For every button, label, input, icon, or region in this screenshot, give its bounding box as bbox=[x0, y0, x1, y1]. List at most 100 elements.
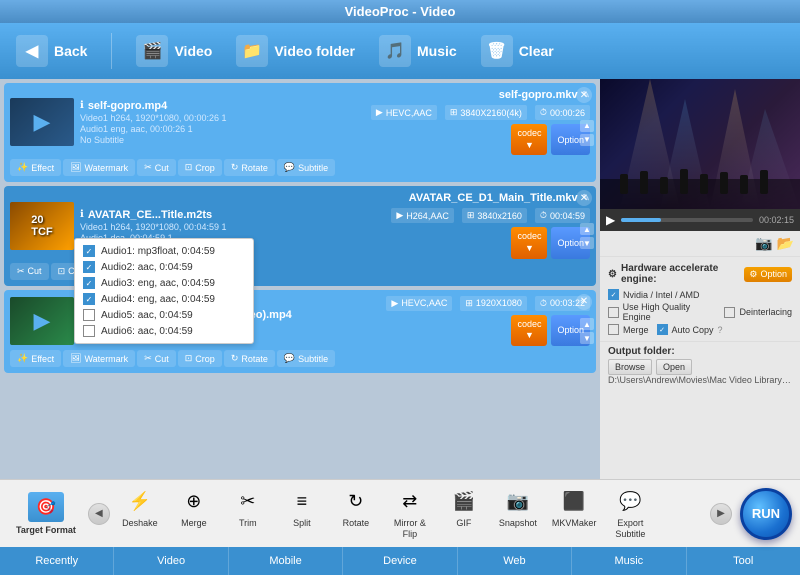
watermark-btn-3[interactable]: 🖼 Watermark bbox=[63, 350, 135, 367]
play-button[interactable]: ▶ bbox=[606, 213, 615, 227]
tab-mobile[interactable]: Mobile bbox=[229, 547, 343, 575]
bt-mirror[interactable]: ⇄ Mirror &Flip bbox=[384, 483, 436, 544]
scroll-down-1[interactable]: ▼ bbox=[580, 134, 594, 146]
bt-export-subtitle[interactable]: 💬 ExportSubtitle bbox=[604, 483, 656, 544]
clock-icon-3: ⏱ bbox=[540, 298, 547, 309]
video-preview bbox=[600, 79, 800, 209]
close-button-1[interactable]: ✕ bbox=[576, 87, 592, 103]
file-output-2: AVATAR_CE_D1_Main_Title.mkv ✎ ▶ H264,AAC… bbox=[391, 192, 590, 258]
codec-spec-3: ▶ HEVC,AAC bbox=[386, 296, 452, 311]
back-button[interactable]: ◀ Back bbox=[16, 35, 87, 67]
video-button[interactable]: 🎬 Video bbox=[136, 35, 212, 67]
subtitle-btn-1[interactable]: 💬 Subtitle bbox=[277, 159, 335, 176]
merge-check-item[interactable]: Merge bbox=[608, 324, 649, 335]
merge-checkbox bbox=[608, 324, 619, 335]
effect-btn-1[interactable]: ✨ Effect bbox=[10, 159, 61, 176]
res-spec-1: ⊞ 3840X2160(4k) bbox=[445, 105, 527, 120]
folder-icon: 📁 bbox=[236, 35, 268, 67]
rotate-btn-1[interactable]: ↻ Rotate bbox=[224, 159, 275, 176]
preview-controls: ▶ 00:02:15 bbox=[600, 209, 800, 231]
autocopy-check-item[interactable]: ✓ Auto Copy ? bbox=[657, 324, 723, 335]
deshake-label: Deshake bbox=[122, 518, 158, 529]
bt-split[interactable]: ≡ Split bbox=[276, 483, 328, 544]
output-name-2: AVATAR_CE_D1_Main_Title.mkv bbox=[409, 192, 578, 204]
scroll-down-2[interactable]: ▼ bbox=[580, 237, 594, 249]
run-button[interactable]: RUN bbox=[740, 488, 792, 540]
autocopy-checkbox: ✓ bbox=[657, 324, 668, 335]
clear-button[interactable]: 🗑 Clear bbox=[481, 35, 554, 67]
dropdown-item-3[interactable]: ✓ Audio3: eng, aac, 0:04:59 bbox=[83, 275, 245, 291]
codec-button-2[interactable]: codec▼ bbox=[511, 227, 547, 258]
rotate-label: Rotate bbox=[343, 518, 370, 529]
quality-check-item[interactable]: Use High Quality Engine bbox=[608, 302, 716, 322]
dropdown-item-5[interactable]: Audio5: aac, 0:04:59 bbox=[83, 307, 245, 323]
info-icon-2: ℹ bbox=[80, 209, 84, 220]
video-folder-button[interactable]: 📁 Video folder bbox=[236, 35, 355, 67]
bottom-toolbar: 🎯 Target Format ◀ ⚡ Deshake ⊕ Merge ✂ Tr… bbox=[0, 479, 800, 547]
output-specs-2: ▶ H264,AAC ⊞ 3840x2160 ⏱ 00:04:59 bbox=[391, 208, 590, 223]
deinterlace-checkbox bbox=[724, 307, 735, 318]
scroll-up-3[interactable]: ▲ bbox=[580, 318, 594, 330]
target-format[interactable]: 🎯 Target Format bbox=[8, 488, 84, 539]
open-button[interactable]: Open bbox=[656, 359, 692, 375]
bt-gif[interactable]: 🎬 GIF bbox=[438, 483, 490, 544]
bt-nav-right[interactable]: ▶ bbox=[710, 503, 732, 525]
close-button-3[interactable]: ✕ bbox=[576, 294, 592, 310]
check-4: ✓ bbox=[83, 293, 95, 305]
scroll-arrows-1: ▲ ▼ bbox=[580, 120, 594, 146]
tab-music[interactable]: Music bbox=[572, 547, 686, 575]
cut-btn-1[interactable]: ✂ Cut bbox=[137, 159, 176, 176]
scroll-down-3[interactable]: ▼ bbox=[580, 332, 594, 344]
watermark-btn-1[interactable]: 🖼 Watermark bbox=[63, 159, 135, 176]
deinterlace-check-item[interactable]: Deinterlacing bbox=[724, 302, 792, 322]
scroll-up-1[interactable]: ▲ bbox=[580, 120, 594, 132]
bt-nav-left[interactable]: ◀ bbox=[88, 503, 110, 525]
music-button[interactable]: 🎵 Music bbox=[379, 35, 457, 67]
folder-path: D:\Users\Andrew\Movies\Mac Video Library… bbox=[608, 375, 792, 385]
crop-btn-1[interactable]: ⊡ Crop bbox=[178, 159, 222, 176]
output-row-2: AVATAR_CE_D1_Main_Title.mkv ✎ bbox=[409, 192, 590, 204]
bt-merge[interactable]: ⊕ Merge bbox=[168, 483, 220, 544]
dropdown-item-1[interactable]: ✓ Audio1: mp3float, 0:04:59 bbox=[83, 243, 245, 259]
browse-button[interactable]: Browse bbox=[608, 359, 652, 375]
info-icon-1: ℹ bbox=[80, 100, 84, 111]
effect-btn-3[interactable]: ✨ Effect bbox=[10, 350, 61, 367]
scroll-up-2[interactable]: ▲ bbox=[580, 223, 594, 235]
deshake-icon: ⚡ bbox=[124, 487, 156, 515]
codec-button-1[interactable]: codec▼ bbox=[511, 124, 547, 155]
codec-button-3[interactable]: codec▼ bbox=[511, 315, 547, 346]
tab-device[interactable]: Device bbox=[343, 547, 457, 575]
bt-rotate[interactable]: ↻ Rotate bbox=[330, 483, 382, 544]
res-icon-3: ⊞ bbox=[465, 298, 473, 309]
tab-web[interactable]: Web bbox=[458, 547, 572, 575]
rotate-btn-3[interactable]: ↻ Rotate bbox=[224, 350, 275, 367]
dropdown-item-2[interactable]: ✓ Audio2: aac, 0:04:59 bbox=[83, 259, 245, 275]
tab-tool[interactable]: Tool bbox=[687, 547, 800, 575]
bt-trim[interactable]: ✂ Trim bbox=[222, 483, 274, 544]
bt-snapshot[interactable]: 📷 Snapshot bbox=[492, 483, 544, 544]
progress-bar[interactable] bbox=[621, 218, 753, 222]
main-content: ✕ ▶ ℹ self-gopro.mp4 Video1 h264, 1920*1… bbox=[0, 79, 800, 479]
gif-label: GIF bbox=[456, 518, 471, 529]
nvidia-check-item[interactable]: ✓ Nvidia / Intel / AMD bbox=[608, 289, 700, 300]
subtitle-btn-3[interactable]: 💬 Subtitle bbox=[277, 350, 335, 367]
file-card-2: ✕ 20TCF ℹ AVATAR_CE...Title.m2ts Video1 … bbox=[4, 186, 596, 285]
mkvmaker-label: MKVMaker bbox=[552, 518, 597, 529]
check-3: ✓ bbox=[83, 277, 95, 289]
crop-btn-3[interactable]: ⊡ Crop bbox=[178, 350, 222, 367]
gear-icon: ⚙ bbox=[749, 269, 757, 280]
dropdown-item-4[interactable]: ✓ Audio4: eng, aac, 0:04:59 bbox=[83, 291, 245, 307]
cut-btn-2[interactable]: ✂ Cut bbox=[10, 263, 49, 280]
input-name-2: AVATAR_CE...Title.m2ts bbox=[88, 209, 212, 221]
dropdown-item-6[interactable]: Audio6: aac, 0:04:59 bbox=[83, 323, 245, 339]
bt-mkvmaker[interactable]: ⬛ MKVMaker bbox=[546, 483, 603, 544]
time-label: 00:02:15 bbox=[759, 215, 794, 225]
camera-icon[interactable]: 📷 bbox=[755, 235, 772, 252]
bt-deshake[interactable]: ⚡ Deshake bbox=[114, 483, 166, 544]
cut-btn-3[interactable]: ✂ Cut bbox=[137, 350, 176, 367]
hw-option-button[interactable]: ⚙ Option bbox=[744, 267, 792, 282]
tab-recently[interactable]: Recently bbox=[0, 547, 114, 575]
tab-video[interactable]: Video bbox=[114, 547, 228, 575]
mirror-label: Mirror &Flip bbox=[394, 518, 426, 540]
folder-open-icon[interactable]: 📂 bbox=[777, 235, 794, 252]
